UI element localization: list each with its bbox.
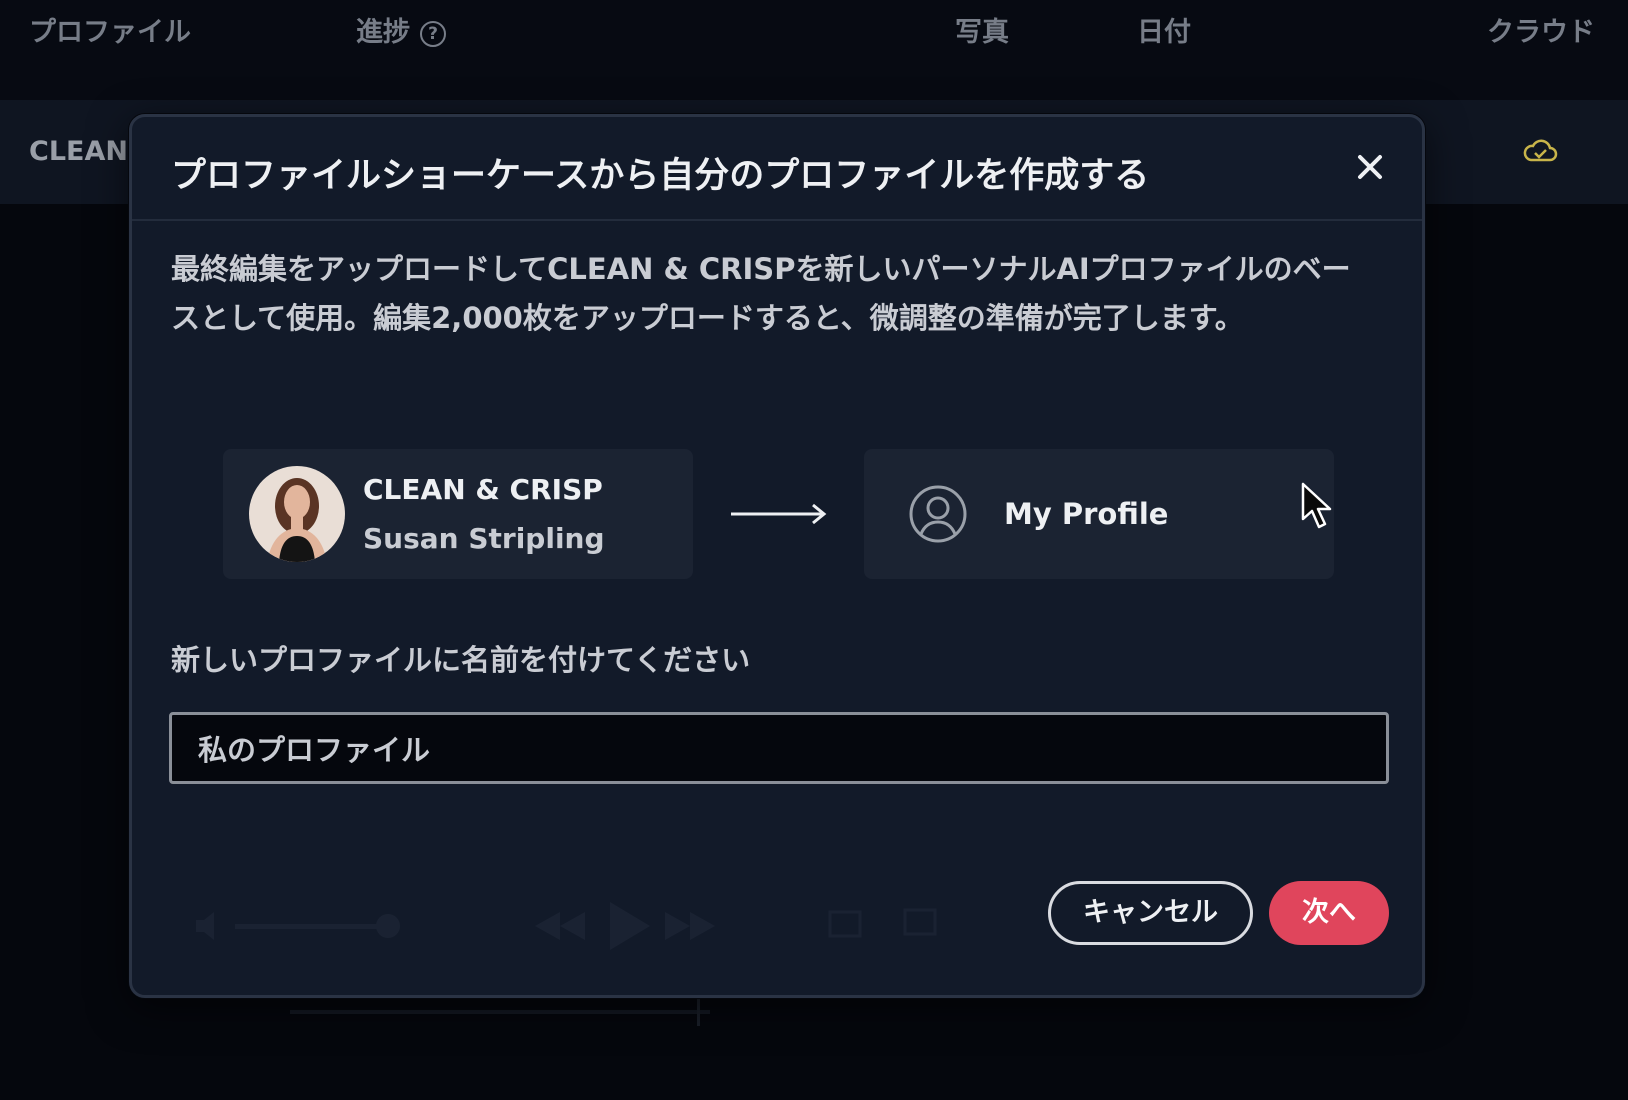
- player-controls-ghost: [196, 902, 937, 950]
- column-progress-label: 進捗: [356, 17, 410, 48]
- player-timeline: [290, 1010, 710, 1014]
- column-photos[interactable]: 写真: [955, 10, 1009, 49]
- target-profile-name: My Profile: [1004, 497, 1169, 531]
- table-header: プロファイル 進捗? 写真 日付 クラウド: [0, 0, 1628, 100]
- profile-name-label: 新しいプロファイルに名前を付けてください: [171, 643, 751, 677]
- cancel-button[interactable]: キャンセル: [1048, 881, 1253, 945]
- column-date[interactable]: 日付: [1137, 10, 1191, 49]
- cloud-check-icon: [1523, 139, 1558, 162]
- source-profile-name: CLEAN & CRISP: [363, 473, 603, 506]
- dialog-title: プロファイルショーケースから自分のプロファイルを作成する: [171, 156, 1150, 196]
- dialog-description: 最終編集をアップロードしてCLEAN & CRISPを新しいパーソナルAIプロフ…: [171, 252, 1351, 335]
- column-profile[interactable]: プロファイル: [29, 10, 191, 49]
- source-profile-author: Susan Stripling: [363, 522, 605, 555]
- target-profile-card: My Profile: [864, 449, 1334, 579]
- dialog-header: プロファイルショーケースから自分のプロファイルを作成する: [132, 117, 1422, 221]
- profile-name-input[interactable]: [169, 712, 1389, 784]
- close-icon[interactable]: [1352, 149, 1388, 185]
- cursor-icon: [1301, 482, 1332, 529]
- avatar: [249, 466, 345, 562]
- user-circle-icon: [909, 485, 967, 543]
- arrow-right-icon: [731, 503, 827, 525]
- column-progress[interactable]: 進捗?: [356, 10, 446, 49]
- next-button[interactable]: 次へ: [1269, 881, 1389, 945]
- column-cloud[interactable]: クラウド: [1487, 10, 1595, 49]
- help-icon[interactable]: ?: [420, 20, 446, 47]
- source-profile-card: CLEAN & CRISP Susan Stripling: [223, 449, 693, 579]
- create-profile-dialog: プロファイルショーケースから自分のプロファイルを作成する 最終編集をアップロード…: [129, 114, 1425, 998]
